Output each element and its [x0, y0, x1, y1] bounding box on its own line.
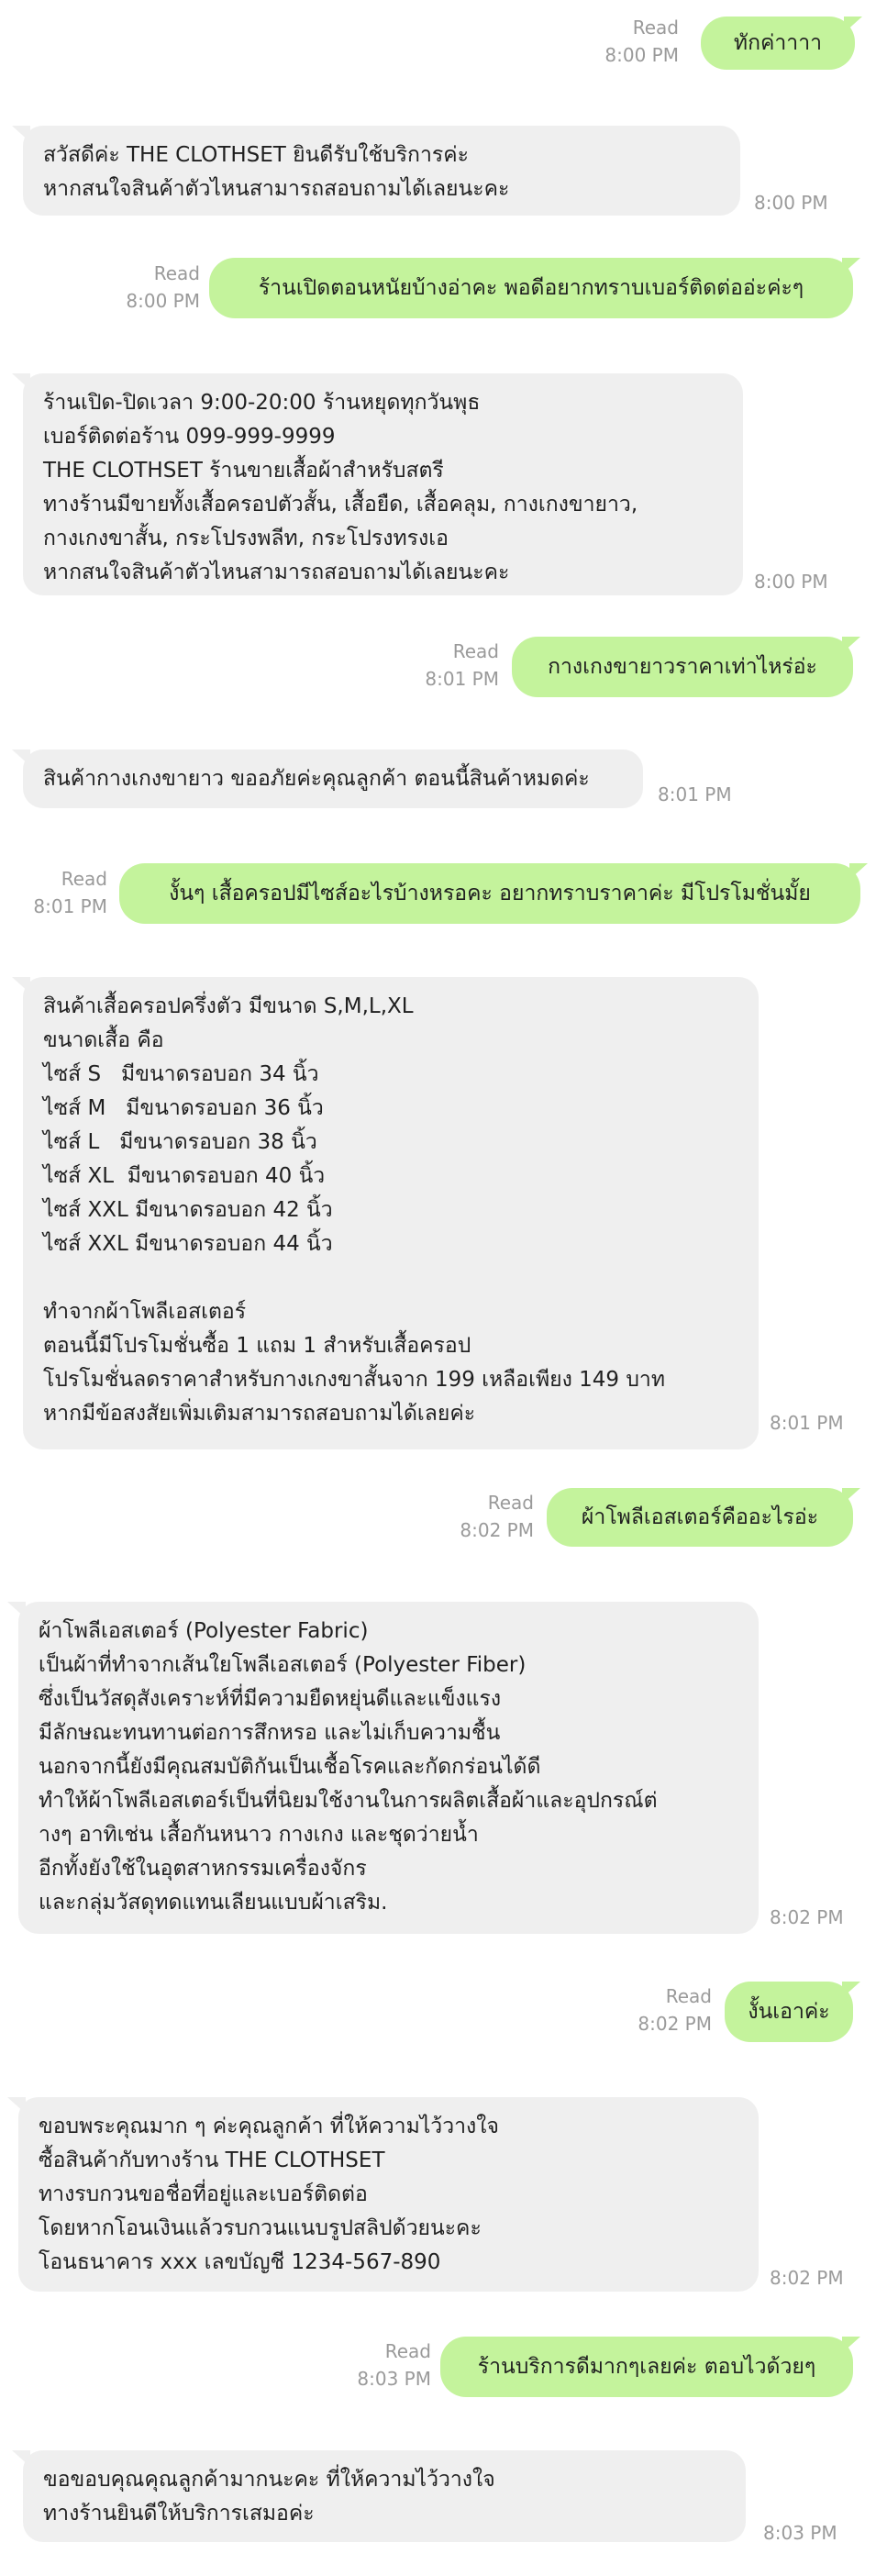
- read-status: Read: [153, 262, 200, 284]
- bubble-tail: [7, 1602, 26, 1618]
- message-bubble[interactable]: งั้นๆ เสื้อครอปมีไซส์อะไรบ้างหรอคะ อยากท…: [119, 863, 860, 924]
- message-bubble[interactable]: สินค้ากางเกงขายาว ขออภัยค่ะคุณลูกค้า ตอน…: [23, 749, 643, 808]
- bubble-tail: [842, 2337, 860, 2353]
- message-bubble[interactable]: สินค้าเสื้อครอปครึ่งตัว มีขนาด S,M,L,XL …: [23, 977, 759, 1449]
- message-bubble[interactable]: ร้านเปิดตอนหนัยบ้างอ่าคะ พอดีอยากทราบเบอ…: [209, 258, 853, 318]
- read-status: Read: [452, 640, 499, 662]
- message-time: 8:02 PM: [460, 1519, 534, 1541]
- bubble-tail: [7, 2097, 26, 2114]
- message-bubble[interactable]: ทักค่าาาา: [701, 17, 855, 70]
- message-time: 8:00 PM: [126, 290, 200, 312]
- message-bubble[interactable]: ผ้าโพลีเอสเตอร์คืออะไรอ่ะ: [547, 1488, 853, 1547]
- bubble-tail: [849, 863, 868, 880]
- bubble-tail: [12, 977, 30, 994]
- message-time: 8:01 PM: [770, 1412, 844, 1434]
- message-bubble[interactable]: กางเกงขายาวราคาเท่าไหร่อ่ะ: [512, 637, 853, 697]
- message-bubble[interactable]: ร้านบริการดีมากๆเลยค่ะ ตอบไวด้วยๆ: [440, 2337, 853, 2397]
- bubble-tail: [12, 126, 30, 142]
- read-status: Read: [665, 1985, 712, 2007]
- message-bubble[interactable]: ขอบพระคุณมาก ๆ ค่ะคุณลูกค้า ที่ให้ความไว…: [18, 2097, 759, 2292]
- message-time: 8:02 PM: [638, 2013, 712, 2035]
- bubble-tail: [844, 17, 862, 33]
- read-status: Read: [632, 17, 679, 39]
- message-time: 8:03 PM: [763, 2522, 837, 2544]
- message-time: 8:03 PM: [357, 2368, 431, 2390]
- message-time: 8:00 PM: [754, 192, 828, 214]
- bubble-tail: [12, 2450, 30, 2467]
- read-status: Read: [384, 2340, 431, 2362]
- message-bubble[interactable]: ขอขอบคุณคุณลูกค้ามากนะคะ ที่ให้ความไว้วา…: [23, 2450, 746, 2542]
- bubble-tail: [842, 637, 860, 653]
- read-status: Read: [61, 868, 107, 890]
- bubble-tail: [842, 1488, 860, 1505]
- bubble-tail: [12, 749, 30, 766]
- message-time: 8:00 PM: [604, 44, 679, 66]
- message-bubble[interactable]: ร้านเปิด-ปิดเวลา 9:00-20:00 ร้านหยุดทุกว…: [23, 373, 743, 595]
- bubble-tail: [12, 373, 30, 390]
- read-status: Read: [487, 1492, 534, 1514]
- message-time: 8:02 PM: [770, 1906, 844, 1928]
- message-time: 8:01 PM: [33, 895, 107, 917]
- message-time: 8:02 PM: [770, 2267, 844, 2289]
- message-bubble[interactable]: สวัสดีค่ะ THE CLOTHSET ยินดีรับใช้บริการ…: [23, 126, 740, 216]
- bubble-tail: [842, 258, 860, 274]
- message-time: 8:01 PM: [425, 668, 499, 690]
- message-time: 8:00 PM: [754, 571, 828, 593]
- bubble-tail: [842, 1982, 860, 1998]
- message-time: 8:01 PM: [658, 783, 732, 805]
- message-bubble[interactable]: ผ้าโพลีเอสเตอร์ (Polyester Fabric) เป็นผ…: [18, 1602, 759, 1934]
- message-bubble[interactable]: งั้นเอาค่ะ: [725, 1982, 853, 2042]
